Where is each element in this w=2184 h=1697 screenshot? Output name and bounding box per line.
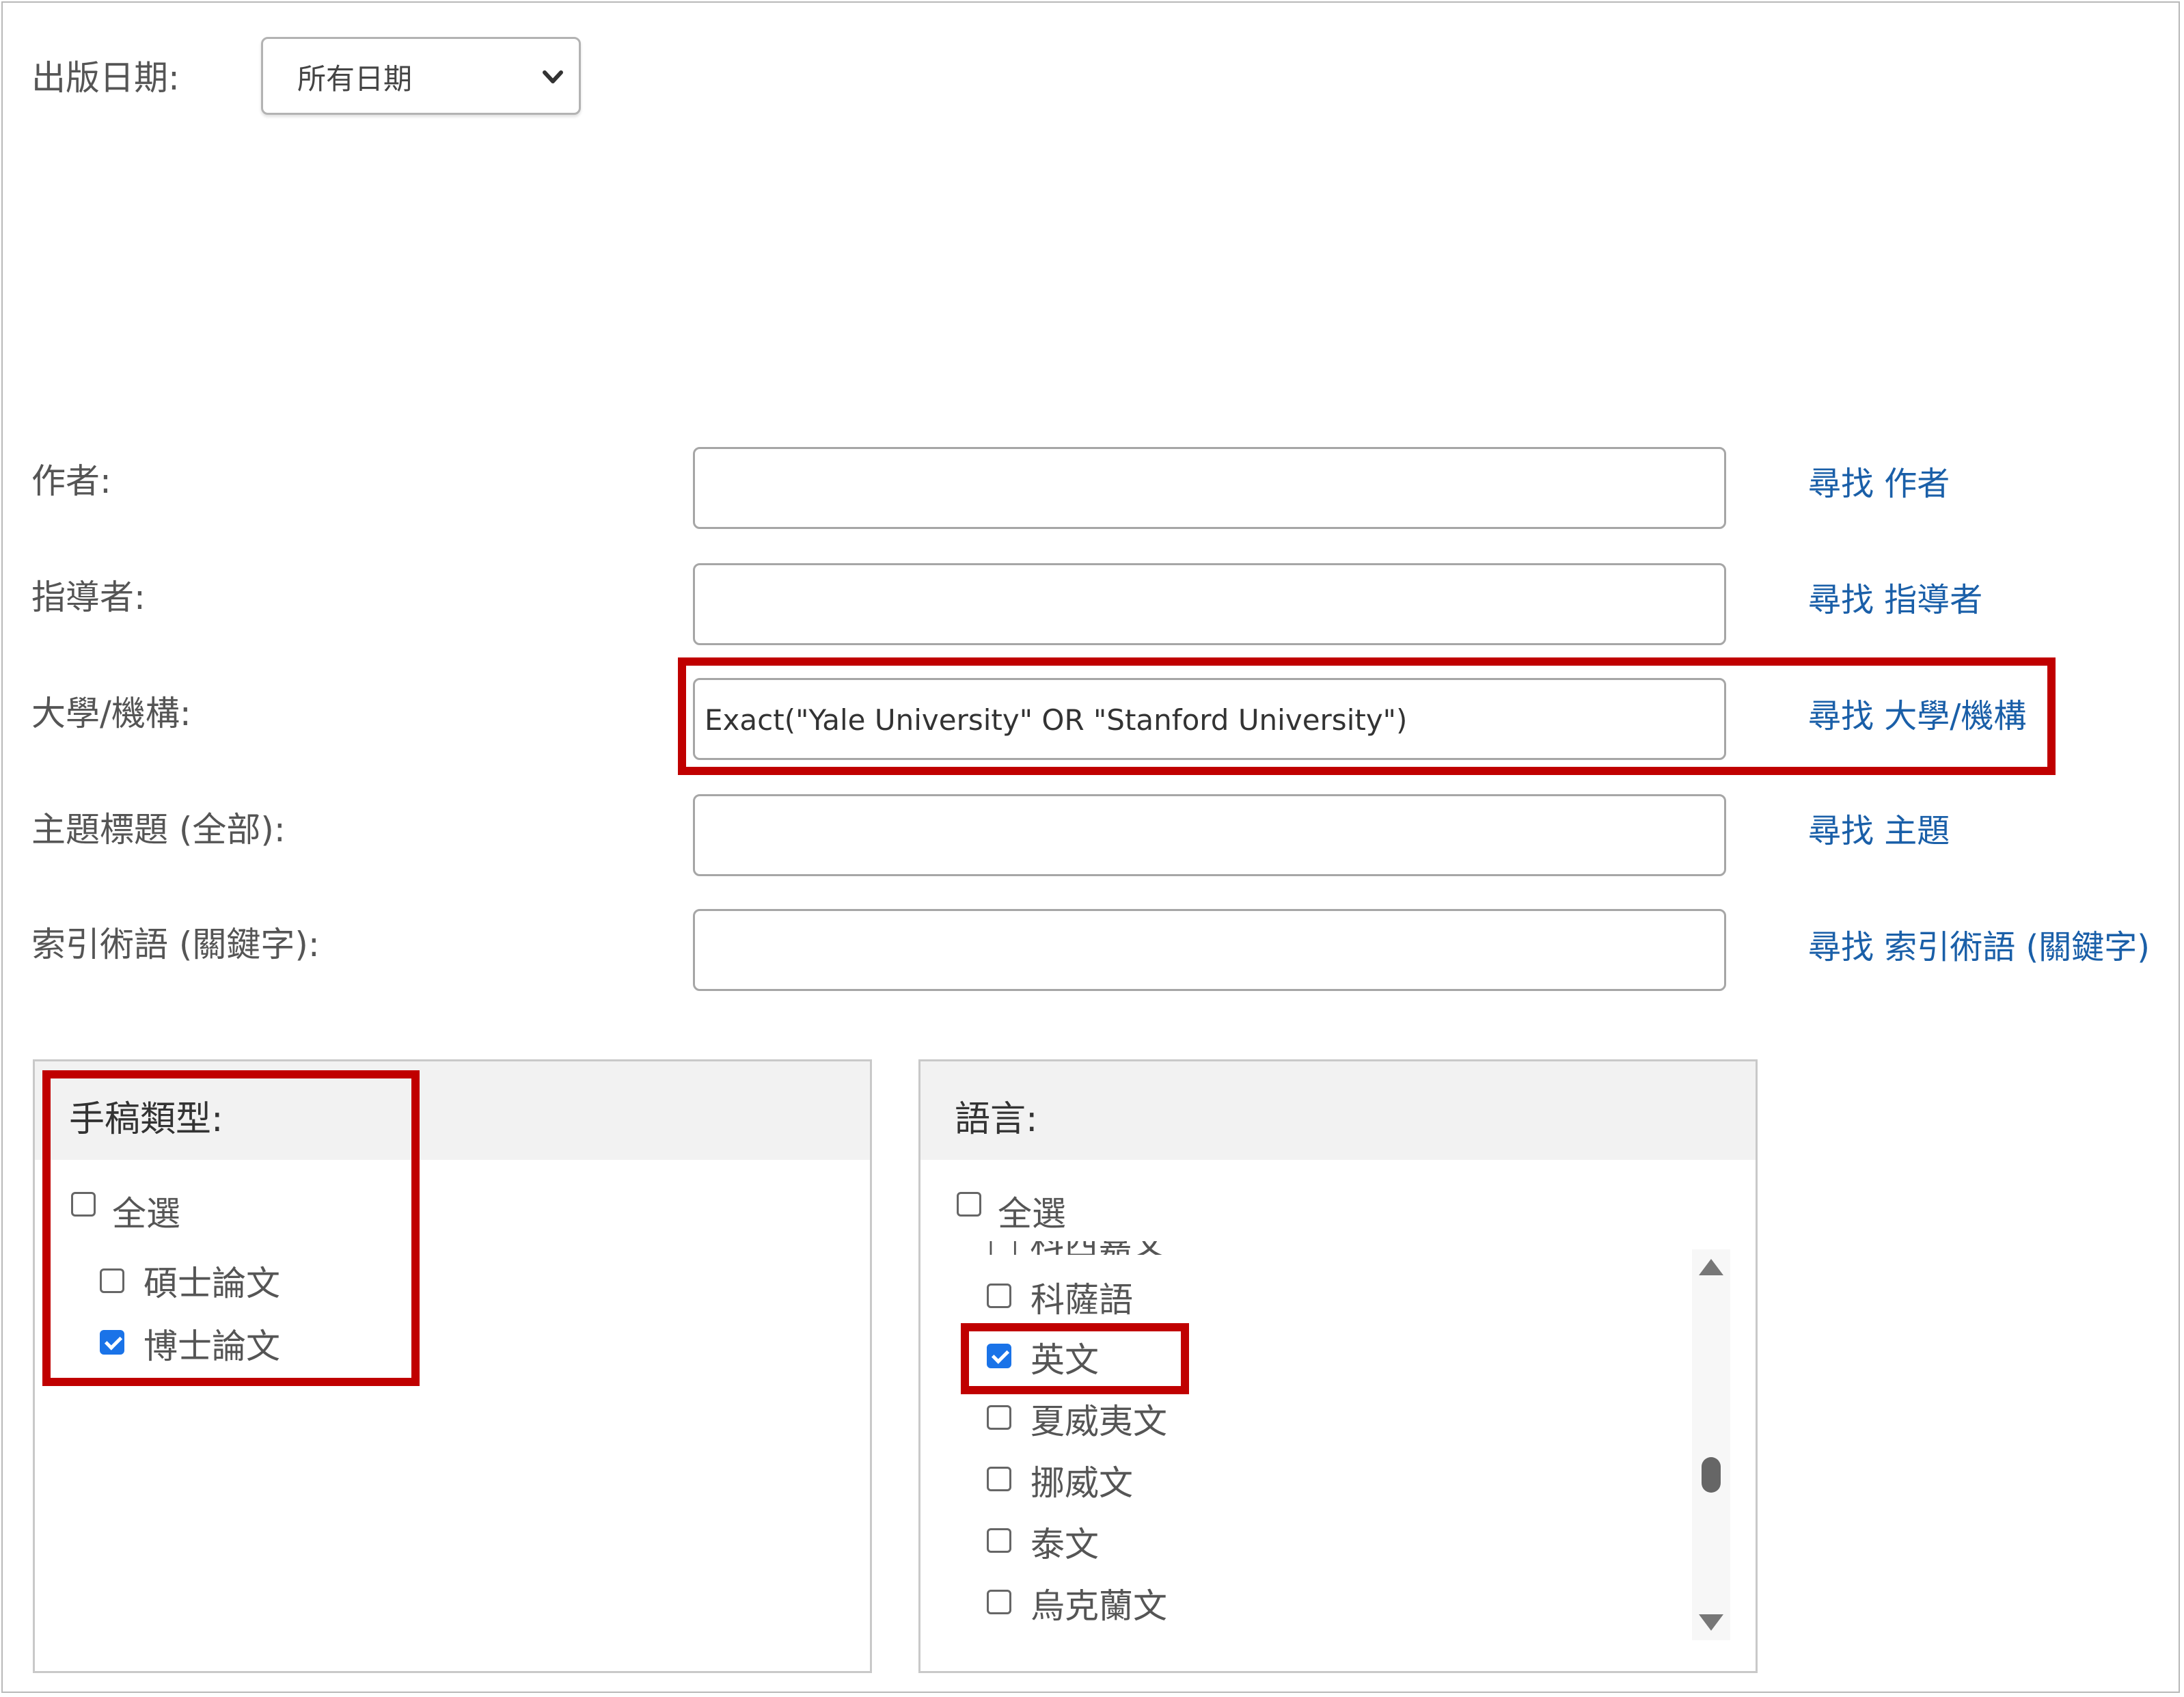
university-input[interactable]: Exact("Yale University" OR "Stanford Uni… xyxy=(693,678,1726,760)
language-ukrainian-label: 烏克蘭文 xyxy=(1030,1586,1167,1626)
scroll-up-arrow-icon[interactable] xyxy=(1699,1259,1723,1275)
language-panel-header: 語言: xyxy=(920,1061,1756,1160)
publication-date-select[interactable]: 所有日期 xyxy=(261,37,581,115)
find-subject-link[interactable]: 尋找 主題 xyxy=(1808,804,1950,852)
university-input-value: Exact("Yale University" OR "Stanford Uni… xyxy=(705,703,1408,737)
language-hawaiian-checkbox[interactable] xyxy=(987,1405,1011,1430)
search-form-frame: 出版日期: 所有日期 作者: 尋找 作者 指導者: 尋找 指導者 大學/機構: … xyxy=(1,1,2180,1693)
find-author-link[interactable]: 尋找 作者 xyxy=(1808,457,1950,504)
find-index-terms-link[interactable]: 尋找 索引術語 (關鍵字) xyxy=(1808,920,2150,968)
advisor-input[interactable] xyxy=(693,563,1726,645)
publication-date-value: 所有日期 xyxy=(297,62,413,96)
subject-heading-label: 主題標題 (全部): xyxy=(31,810,286,850)
index-terms-label: 索引術語 (關鍵字): xyxy=(31,925,320,964)
language-xhosa-label: 科薩語 xyxy=(1030,1280,1133,1320)
language-norwegian-label: 挪威文 xyxy=(1030,1463,1133,1503)
publication-date-label: 出版日期: xyxy=(31,58,180,98)
subject-heading-input[interactable] xyxy=(693,794,1726,876)
find-advisor-link[interactable]: 尋找 指導者 xyxy=(1808,573,1982,621)
language-norwegian-checkbox[interactable] xyxy=(987,1467,1011,1491)
university-label: 大學/機構: xyxy=(31,694,191,733)
language-thai-label: 泰文 xyxy=(1030,1525,1099,1564)
manuscript-type-highlight-box xyxy=(42,1070,420,1386)
language-list-scrollbar[interactable] xyxy=(1692,1249,1730,1640)
find-university-link[interactable]: 尋找 大學/機構 xyxy=(1808,689,2026,737)
scrollbar-thumb[interactable] xyxy=(1702,1457,1721,1493)
author-input[interactable] xyxy=(693,447,1726,529)
language-xhosa-checkbox[interactable] xyxy=(987,1284,1011,1308)
chevron-down-icon xyxy=(543,70,563,83)
language-ukrainian-checkbox[interactable] xyxy=(987,1590,1011,1614)
author-label: 作者: xyxy=(31,461,111,501)
scroll-down-arrow-icon[interactable] xyxy=(1699,1614,1723,1631)
language-title: 語言: xyxy=(955,1099,1038,1140)
language-partial-label: □ 科西嘉文 xyxy=(987,1241,1166,1255)
english-highlight-box xyxy=(961,1323,1189,1394)
language-thai-checkbox[interactable] xyxy=(987,1528,1011,1553)
language-select-all-checkbox[interactable] xyxy=(957,1192,981,1217)
advisor-label: 指導者: xyxy=(31,578,146,617)
index-terms-input[interactable] xyxy=(693,909,1726,991)
language-hawaiian-label: 夏威夷文 xyxy=(1030,1402,1167,1441)
language-select-all-label: 全選 xyxy=(998,1194,1066,1234)
language-list-partial-row: □ 科西嘉文 xyxy=(959,1241,1684,1255)
